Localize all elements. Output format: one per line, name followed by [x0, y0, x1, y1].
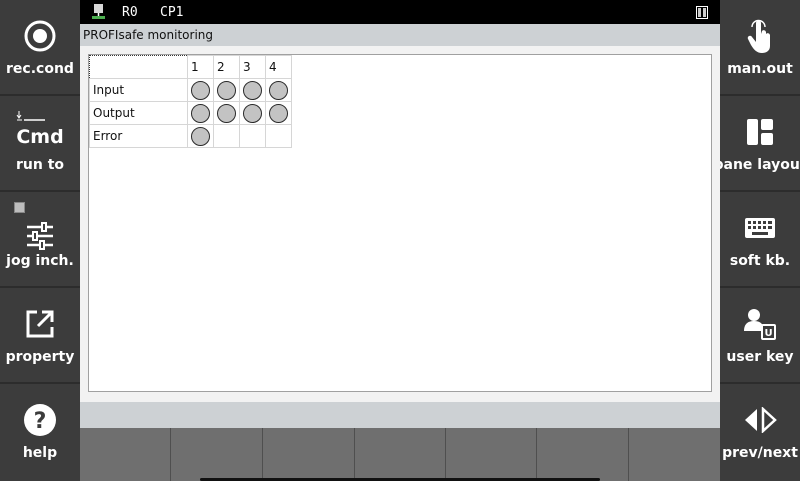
status-led [243, 80, 262, 100]
monitoring-panel: 1 2 3 4 Input Output Error [88, 54, 712, 392]
user-key-label: user key [726, 349, 794, 365]
table-row-input: Input [89, 78, 292, 102]
soft-kb-button[interactable]: soft kb. [720, 192, 800, 288]
help-button[interactable]: ? help [0, 384, 80, 481]
layout-icon [720, 114, 800, 150]
rec-cond-button[interactable]: rec.cond [0, 0, 80, 96]
external-link-icon [0, 306, 80, 342]
sliders-icon [0, 218, 80, 254]
svg-text:U: U [764, 328, 772, 339]
left-sidebar: rec.cond Cmd run to jog inch. property ?… [0, 0, 80, 481]
hand-pointer-icon [720, 18, 800, 54]
status-led [191, 103, 210, 123]
pane-layout-label: pane layout [713, 157, 800, 173]
table-header-row: 1 2 3 4 [89, 55, 292, 79]
function-key-7[interactable] [629, 428, 720, 481]
profisafe-table: 1 2 3 4 Input Output Error [89, 55, 292, 148]
run-to-label: run to [15, 157, 65, 173]
rec-cond-label: rec.cond [6, 61, 74, 77]
function-key-1[interactable] [80, 428, 171, 481]
jog-inch-label: jog inch. [6, 253, 74, 269]
window-title-bar: PROFIsafe monitoring [80, 24, 720, 46]
status-led [191, 80, 210, 100]
status-led [269, 103, 288, 123]
status-led [243, 103, 262, 123]
keyboard-icon [720, 210, 800, 246]
table-corner-cell[interactable] [89, 55, 188, 79]
user-key-button[interactable]: U user key [720, 288, 800, 384]
record-icon [0, 18, 80, 54]
man-out-label: man.out [727, 61, 793, 77]
function-key-4[interactable] [355, 428, 446, 481]
prev-next-icon [720, 402, 800, 438]
run-to-button[interactable]: Cmd run to [0, 96, 80, 192]
prev-next-button[interactable]: prev/next [720, 384, 800, 481]
jog-inch-button[interactable]: jog inch. [0, 192, 80, 288]
function-key-5[interactable] [446, 428, 537, 481]
program-indicator: CP1 [160, 5, 184, 20]
column-header: 1 [187, 55, 214, 79]
column-header: 3 [239, 55, 266, 79]
empty-cell [239, 124, 266, 148]
network-icon [92, 3, 106, 24]
help-label: help [22, 445, 58, 461]
empty-cell [265, 124, 292, 148]
status-led [217, 103, 236, 123]
soft-kb-label: soft kb. [729, 253, 791, 269]
property-button[interactable]: property [0, 288, 80, 384]
empty-cell [213, 124, 240, 148]
function-key-bar [80, 428, 720, 481]
right-sidebar: man.out pane layout soft kb. U user key … [713, 0, 800, 481]
status-led [217, 80, 236, 100]
cmd-text: Cmd [16, 126, 64, 148]
pane-layout-button[interactable]: pane layout [713, 96, 800, 192]
function-key-3[interactable] [263, 428, 355, 481]
content-area: 1 2 3 4 Input Output Error [80, 46, 720, 402]
column-header: 2 [213, 55, 240, 79]
robot-indicator: R0 [122, 5, 138, 20]
row-label: Error [89, 124, 188, 148]
svg-text:?: ? [34, 409, 47, 434]
man-out-button[interactable]: man.out [720, 0, 800, 96]
help-icon: ? [0, 402, 80, 438]
function-key-6[interactable] [537, 428, 629, 481]
column-header: 4 [265, 55, 292, 79]
function-key-2[interactable] [171, 428, 263, 481]
user-key-icon: U [720, 306, 800, 342]
window-title: PROFIsafe monitoring [83, 28, 213, 42]
prev-next-label: prev/next [722, 445, 798, 461]
top-status-bar: R0 CP1 [80, 0, 720, 24]
step-indicator-icon [16, 108, 46, 122]
status-led [269, 80, 288, 100]
row-label: Output [89, 101, 188, 125]
status-square-icon [14, 202, 25, 213]
battery-icon [696, 6, 708, 23]
property-label: property [5, 349, 75, 365]
status-led [191, 126, 210, 146]
row-label: Input [89, 78, 188, 102]
table-row-output: Output [89, 101, 292, 125]
message-bar [80, 402, 720, 428]
table-row-error: Error [89, 124, 292, 148]
